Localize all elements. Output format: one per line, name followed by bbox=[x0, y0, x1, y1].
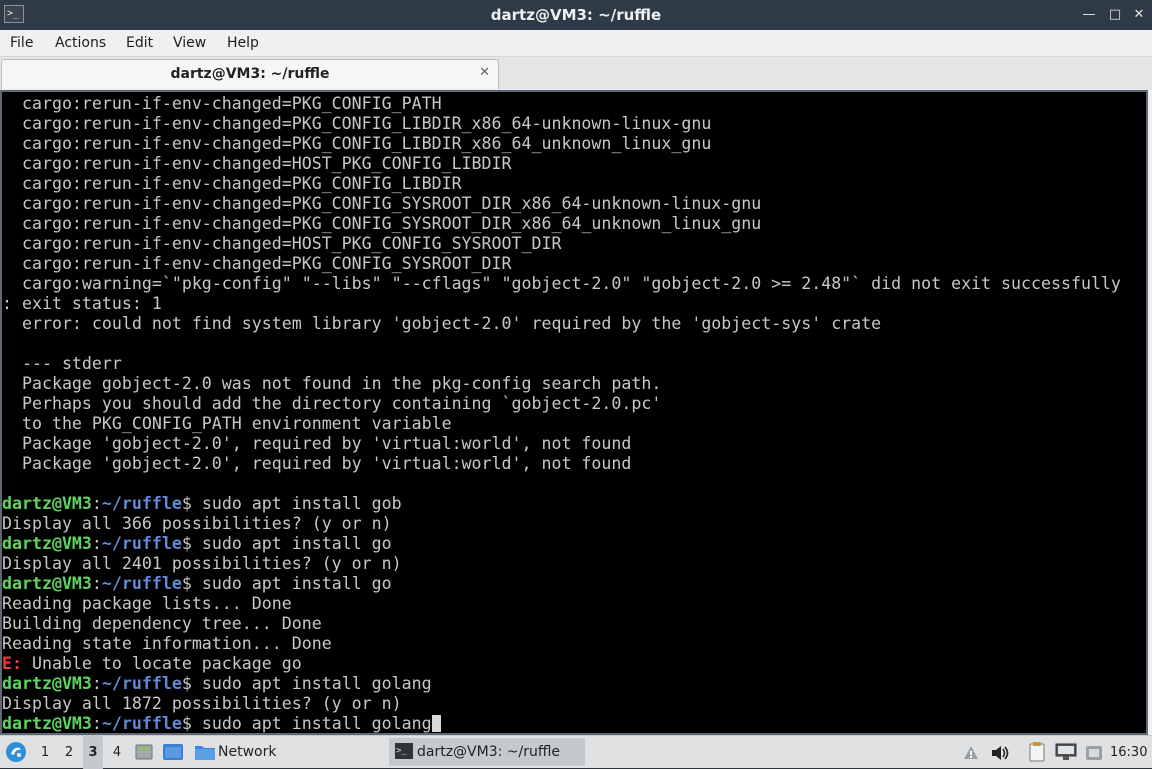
terminal-line: cargo:rerun-if-env-changed=PKG_CONFIG_LI… bbox=[2, 174, 462, 193]
terminal-line: Package 'gobject-2.0', required by 'virt… bbox=[2, 434, 632, 453]
terminal-line: Display all 1872 possibilities? (y or n) bbox=[2, 694, 402, 713]
terminal-output: cargo:rerun-if-env-changed=PKG_CONFIG_PA… bbox=[2, 94, 1121, 733]
terminal-line: cargo:rerun-if-env-changed=PKG_CONFIG_SY… bbox=[2, 254, 512, 273]
prompt-separator: : bbox=[91, 574, 102, 593]
terminal-line: Reading state information... Done bbox=[2, 634, 332, 653]
prompt-user: dartz@VM3 bbox=[2, 574, 92, 593]
menu-file[interactable]: File bbox=[10, 30, 33, 56]
menu-actions[interactable]: Actions bbox=[55, 30, 106, 56]
scrollbar[interactable] bbox=[1148, 90, 1152, 735]
terminal-line: cargo:rerun-if-env-changed=HOST_PKG_CONF… bbox=[2, 234, 562, 253]
terminal-line: cargo:rerun-if-env-changed=PKG_CONFIG_LI… bbox=[2, 114, 712, 133]
workspace-1[interactable]: 1 bbox=[35, 736, 55, 769]
prompt-symbol: $ bbox=[181, 574, 202, 593]
tab-bar: dartz@VM3: ~/ruffle ✕ bbox=[0, 57, 1152, 90]
show-desktop-icon[interactable] bbox=[134, 742, 154, 762]
window-titlebar[interactable]: >_ dartz@VM3: ~/ruffle — □ ✕ bbox=[0, 0, 1152, 30]
prompt-line: dartz@VM3:~/ruffle$ sudo apt install go bbox=[2, 574, 1121, 594]
prompt-user: dartz@VM3 bbox=[2, 714, 92, 733]
start-menu-icon[interactable] bbox=[5, 741, 27, 763]
taskbar-item-label: dartz@VM3: ~/ruffle bbox=[417, 744, 561, 760]
power-icon[interactable] bbox=[1084, 743, 1104, 763]
terminal-cursor bbox=[431, 715, 441, 732]
prompt-symbol: $ bbox=[181, 674, 202, 693]
terminal-line: Reading package lists... Done bbox=[2, 594, 292, 613]
folder-icon bbox=[195, 746, 215, 760]
prompt-user: dartz@VM3 bbox=[2, 534, 92, 553]
close-button[interactable]: ✕ bbox=[1130, 6, 1148, 24]
taskbar-item-network[interactable]: Network bbox=[192, 738, 380, 766]
prompt-symbol: $ bbox=[181, 714, 202, 733]
prompt-line: dartz@VM3:~/ruffle$ sudo apt install gol… bbox=[2, 714, 1121, 733]
minimize-button[interactable]: — bbox=[1080, 6, 1098, 24]
prompt-line: dartz@VM3:~/ruffle$ sudo apt install gob bbox=[2, 494, 1121, 514]
window-icon[interactable] bbox=[162, 742, 184, 762]
workspace-4[interactable]: 4 bbox=[107, 736, 127, 769]
terminal-line: --- stderr bbox=[2, 354, 122, 373]
command-text: sudo apt install golang bbox=[201, 714, 432, 733]
terminal-line: Perhaps you should add the directory con… bbox=[2, 394, 662, 413]
command-text: sudo apt install go bbox=[201, 534, 392, 553]
terminal-line: Package gobject-2.0 was not found in the… bbox=[2, 374, 662, 393]
terminal-line: error: could not find system library 'go… bbox=[2, 314, 882, 333]
prompt-line: dartz@VM3:~/ruffle$ sudo apt install go bbox=[2, 534, 1121, 554]
tab-label: dartz@VM3: ~/ruffle bbox=[170, 66, 330, 82]
menu-bar: File Actions Edit View Help bbox=[0, 30, 1152, 57]
terminal-line: cargo:rerun-if-env-changed=HOST_PKG_CONF… bbox=[2, 154, 512, 173]
workspace-3[interactable]: 3 bbox=[83, 736, 103, 769]
command-text: sudo apt install go bbox=[201, 574, 392, 593]
terminal-line: Display all 366 possibilities? (y or n) bbox=[2, 514, 392, 533]
prompt-user: dartz@VM3 bbox=[2, 494, 92, 513]
error-line: E: Unable to locate package go bbox=[2, 654, 1121, 674]
terminal-line: Building dependency tree... Done bbox=[2, 614, 322, 633]
terminal-line: Package 'gobject-2.0', required by 'virt… bbox=[2, 454, 632, 473]
terminal-line: cargo:rerun-if-env-changed=PKG_CONFIG_LI… bbox=[2, 134, 712, 153]
prompt-path: ~/ruffle bbox=[101, 674, 182, 693]
taskbar-item-terminal[interactable]: >_ dartz@VM3: ~/ruffle bbox=[389, 738, 585, 766]
window-title: dartz@VM3: ~/ruffle bbox=[490, 6, 662, 24]
taskbar-item-label: Network bbox=[218, 744, 277, 760]
terminal-line: cargo:rerun-if-env-changed=PKG_CONFIG_PA… bbox=[2, 94, 442, 113]
tab-terminal[interactable]: dartz@VM3: ~/ruffle ✕ bbox=[1, 59, 499, 89]
command-text: sudo apt install golang bbox=[201, 674, 432, 693]
clock[interactable]: 16:30 bbox=[1110, 736, 1147, 769]
workspace-2[interactable]: 2 bbox=[59, 736, 79, 769]
terminal-line: cargo:rerun-if-env-changed=PKG_CONFIG_SY… bbox=[2, 194, 762, 213]
terminal-view[interactable]: cargo:rerun-if-env-changed=PKG_CONFIG_PA… bbox=[0, 90, 1148, 735]
command-text: sudo apt install gob bbox=[201, 494, 402, 513]
maximize-button[interactable]: □ bbox=[1106, 6, 1124, 24]
prompt-line: dartz@VM3:~/ruffle$ sudo apt install gol… bbox=[2, 674, 1121, 694]
terminal-line: Display all 2401 possibilities? (y or n) bbox=[2, 554, 402, 573]
menu-help[interactable]: Help bbox=[227, 30, 259, 56]
taskbar: 1 2 3 4 Network >_ dartz@VM3: ~/ruffle 1… bbox=[0, 735, 1152, 769]
clipboard-icon[interactable] bbox=[1027, 741, 1047, 763]
tab-close-icon[interactable]: ✕ bbox=[479, 65, 490, 80]
terminal-line: : exit status: 1 bbox=[2, 294, 162, 313]
prompt-path: ~/ruffle bbox=[101, 494, 182, 513]
prompt-separator: : bbox=[91, 534, 102, 553]
menu-view[interactable]: View bbox=[173, 30, 206, 56]
prompt-path: ~/ruffle bbox=[101, 714, 182, 733]
terminal-line: to the PKG_CONFIG_PATH environment varia… bbox=[2, 414, 452, 433]
volume-icon[interactable] bbox=[990, 743, 1010, 763]
prompt-user: dartz@VM3 bbox=[2, 674, 92, 693]
prompt-path: ~/ruffle bbox=[101, 574, 182, 593]
prompt-path: ~/ruffle bbox=[101, 534, 182, 553]
error-prefix: E: bbox=[2, 654, 22, 673]
prompt-separator: : bbox=[91, 714, 102, 733]
prompt-separator: : bbox=[91, 494, 102, 513]
error-message: Unable to locate package go bbox=[21, 654, 302, 673]
network-icon[interactable] bbox=[1055, 743, 1077, 761]
prompt-symbol: $ bbox=[181, 534, 202, 553]
notification-icon[interactable] bbox=[962, 744, 980, 762]
terminal-icon: >_ bbox=[395, 743, 413, 759]
menu-edit[interactable]: Edit bbox=[126, 30, 153, 56]
terminal-line: cargo:rerun-if-env-changed=PKG_CONFIG_SY… bbox=[2, 214, 762, 233]
prompt-separator: : bbox=[91, 674, 102, 693]
prompt-symbol: $ bbox=[181, 494, 202, 513]
terminal-line: cargo:warning=`"pkg-config" "--libs" "--… bbox=[2, 274, 1121, 293]
